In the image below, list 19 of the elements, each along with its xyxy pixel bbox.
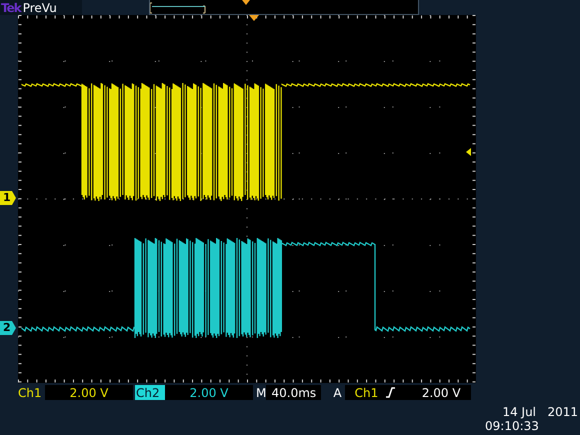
channel-scale: 2.00 V	[45, 385, 133, 400]
channel-label[interactable]: Ch1	[17, 385, 45, 400]
channel-label[interactable]: Ch2	[135, 385, 165, 400]
timebase-value: 40.0ms	[266, 385, 322, 400]
trigger-source: Ch1	[354, 386, 378, 398]
channel-marker[interactable]: 2	[0, 321, 16, 335]
timebase-prefix: M	[256, 386, 266, 398]
mode-label: PreVu	[22, 2, 57, 14]
record-bracket-icon	[150, 2, 206, 14]
channel-marker[interactable]: 1	[0, 191, 16, 205]
rising-edge-icon	[386, 387, 396, 398]
channel-scale: 2.00 V	[165, 385, 253, 400]
trigger-position-icon	[242, 0, 250, 5]
trigger-level: 2.00 V	[422, 386, 461, 398]
time-label: 09:10:33	[485, 419, 540, 433]
brand-logo: Tek	[1, 2, 21, 14]
date-label: 14 Jul 2011	[502, 405, 578, 419]
trigger-mode: A	[333, 386, 342, 398]
trigger-level-icon	[466, 148, 471, 156]
